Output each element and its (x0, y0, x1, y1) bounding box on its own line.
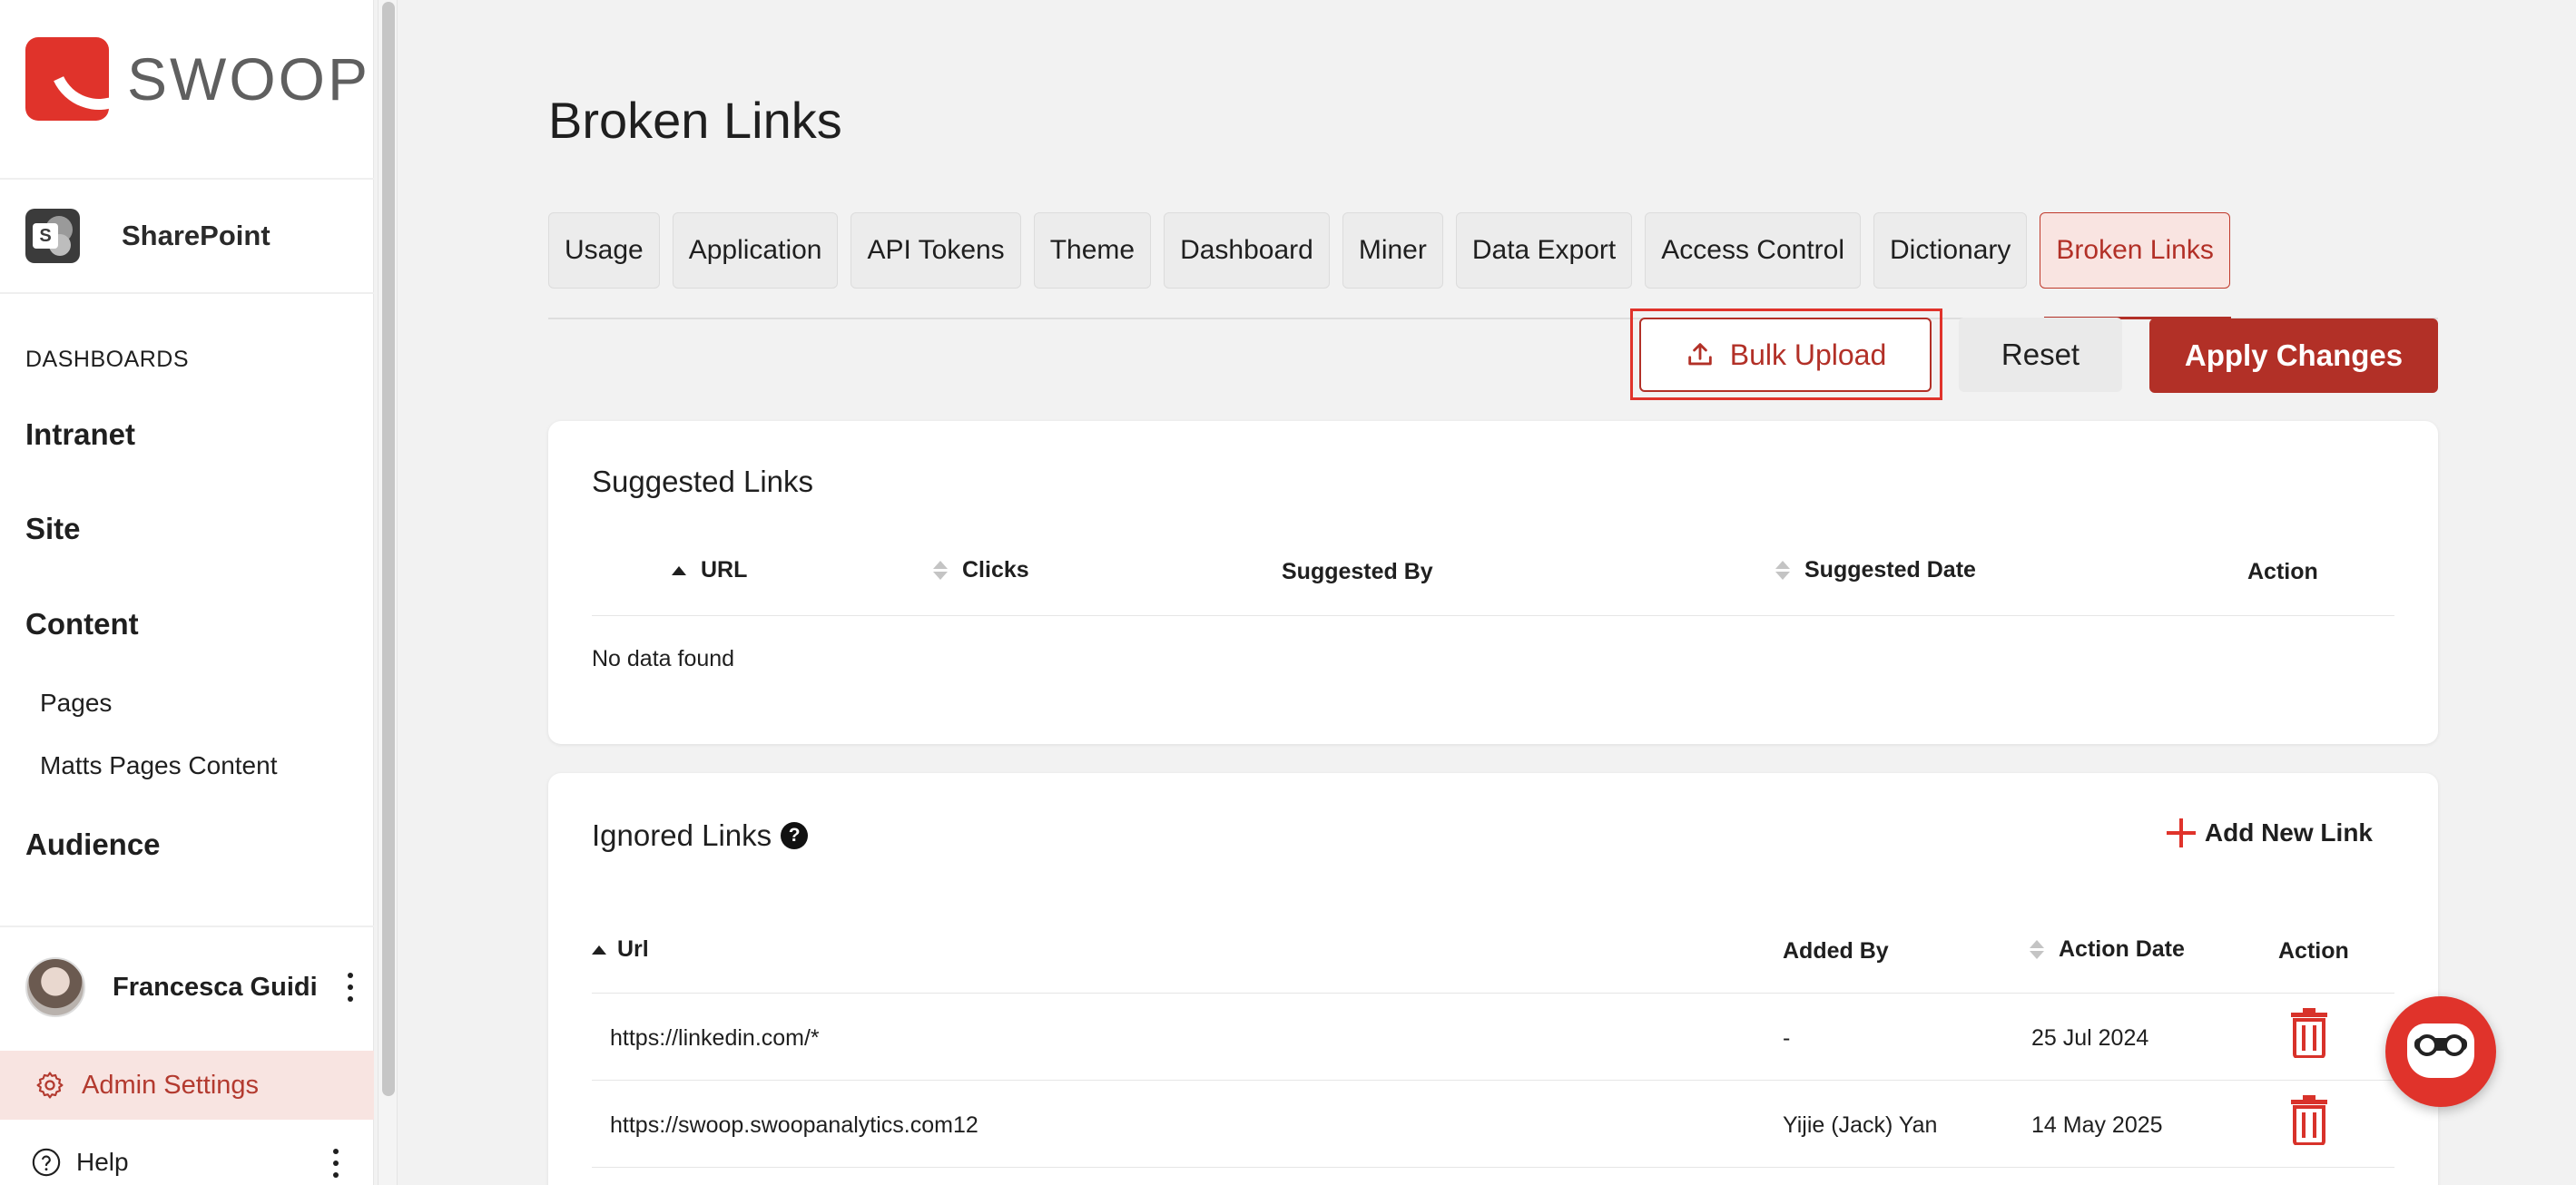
tab-dashboard[interactable]: Dashboard (1164, 212, 1330, 289)
bulk-upload-button[interactable]: Bulk Upload (1639, 318, 1932, 392)
tab-miner[interactable]: Miner (1342, 212, 1443, 289)
page-title: Broken Links (548, 92, 842, 149)
suggested-links-card: Suggested Links URL Clicks Suggested By … (548, 421, 2438, 744)
sidebar-item-audience[interactable]: Audience (25, 828, 161, 862)
ignored-links-title-group: Ignored Links ? (592, 818, 809, 853)
upload-icon (1687, 343, 1712, 366)
sidebar-scrollbar[interactable] (378, 0, 398, 1185)
delete-icon[interactable] (2289, 1007, 2329, 1058)
tab-api-tokens[interactable]: API Tokens (850, 212, 1021, 289)
tab-theme[interactable]: Theme (1033, 212, 1152, 289)
tab-data-export[interactable]: Data Export (1455, 212, 1633, 289)
add-new-link-button[interactable]: Add New Link (2166, 818, 2373, 847)
row-url: https://linkedin.com/* (610, 1025, 820, 1051)
column-header-clicks[interactable]: Clicks (933, 557, 1029, 583)
help-menu-icon[interactable] (332, 1149, 339, 1178)
column-header-suggested-date[interactable]: Suggested Date (1775, 557, 1976, 583)
table-divider (592, 993, 2394, 994)
settings-tabs: Usage Application API Tokens Theme Dashb… (548, 212, 2230, 289)
brand-name: SWOOP (127, 45, 371, 113)
sharepoint-icon: S (25, 209, 80, 263)
column-header-url[interactable]: URL (672, 557, 747, 583)
sidebar-item-content[interactable]: Content (25, 607, 139, 641)
sidebar-item-admin-settings[interactable]: Admin Settings (0, 1051, 374, 1120)
table-divider (592, 1080, 2394, 1081)
sort-icon (2030, 940, 2044, 959)
platform-selector[interactable]: S SharePoint (25, 209, 270, 263)
sidebar: SWOOP S SharePoint DASHBOARDS Intranet S… (0, 0, 374, 1185)
user-menu-icon[interactable] (347, 973, 354, 1002)
sidebar-item-intranet[interactable]: Intranet (25, 417, 135, 452)
sidebar-item-site[interactable]: Site (25, 512, 81, 546)
row-added-by: - (1783, 1025, 1791, 1051)
info-icon[interactable]: ? (781, 822, 809, 849)
add-new-link-label: Add New Link (2204, 818, 2373, 847)
divider (0, 925, 374, 927)
column-header-added-by: Added By (1783, 938, 1889, 964)
suggested-links-title: Suggested Links (592, 465, 814, 498)
plus-icon (2166, 818, 2196, 847)
tab-access-control[interactable]: Access Control (1645, 212, 1862, 289)
sort-ascending-icon (592, 945, 606, 955)
platform-label: SharePoint (122, 220, 270, 251)
sidebar-item-help[interactable]: Help (0, 1134, 374, 1185)
tab-dictionary[interactable]: Dictionary (1873, 212, 2028, 289)
assistant-bot-button[interactable] (2385, 996, 2496, 1107)
tab-usage[interactable]: Usage (548, 212, 660, 289)
ignored-links-card: Ignored Links ? Add New Link Url Added B… (548, 773, 2438, 1185)
gear-icon (36, 1072, 64, 1099)
sort-ascending-icon (672, 565, 686, 575)
tab-application[interactable]: Application (672, 212, 839, 289)
row-added-by: Yijie (Jack) Yan (1783, 1112, 1938, 1138)
user-profile[interactable]: Francesca Guidi (25, 956, 361, 1018)
swoop-logo-icon (25, 37, 109, 121)
divider (0, 178, 374, 180)
sidebar-subitem-matts-pages-content[interactable]: Matts Pages Content (40, 751, 277, 780)
divider (0, 292, 374, 294)
avatar (25, 957, 85, 1017)
column-header-action: Action (2278, 938, 2349, 964)
sort-icon (1775, 561, 1790, 580)
row-action-date: 14 May 2025 (2031, 1112, 2163, 1138)
apply-changes-button[interactable]: Apply Changes (2149, 318, 2438, 393)
bot-owl-icon (2407, 1023, 2474, 1078)
swoop-logo[interactable]: SWOOP (25, 36, 370, 122)
empty-state-text: No data found (592, 646, 735, 671)
user-name: Francesca Guidi (113, 972, 318, 1002)
help-icon (32, 1148, 61, 1177)
row-action-date: 25 Jul 2024 (2031, 1025, 2149, 1051)
sidebar-subitem-pages[interactable]: Pages (40, 689, 112, 718)
admin-settings-label: Admin Settings (82, 1070, 260, 1100)
scrollbar-thumb[interactable] (382, 2, 395, 1096)
help-label: Help (76, 1148, 129, 1176)
reset-button[interactable]: Reset (1959, 318, 2122, 392)
delete-icon[interactable] (2289, 1094, 2329, 1145)
table-divider (592, 1167, 2394, 1168)
column-header-action: Action (2247, 559, 2318, 584)
sort-icon (933, 561, 948, 580)
tab-broken-links[interactable]: Broken Links (2040, 212, 2230, 289)
column-header-suggested-by: Suggested By (1282, 559, 1433, 584)
row-url: https://swoop.swoopanalytics.com12 (610, 1112, 978, 1138)
dashboards-section-label: DASHBOARDS (25, 347, 190, 372)
column-header-action-date[interactable]: Action Date (2030, 936, 2185, 963)
bulk-upload-label: Bulk Upload (1729, 338, 1887, 371)
table-divider (592, 615, 2394, 616)
ignored-links-title: Ignored Links (592, 818, 772, 852)
column-header-url[interactable]: Url (592, 936, 649, 963)
